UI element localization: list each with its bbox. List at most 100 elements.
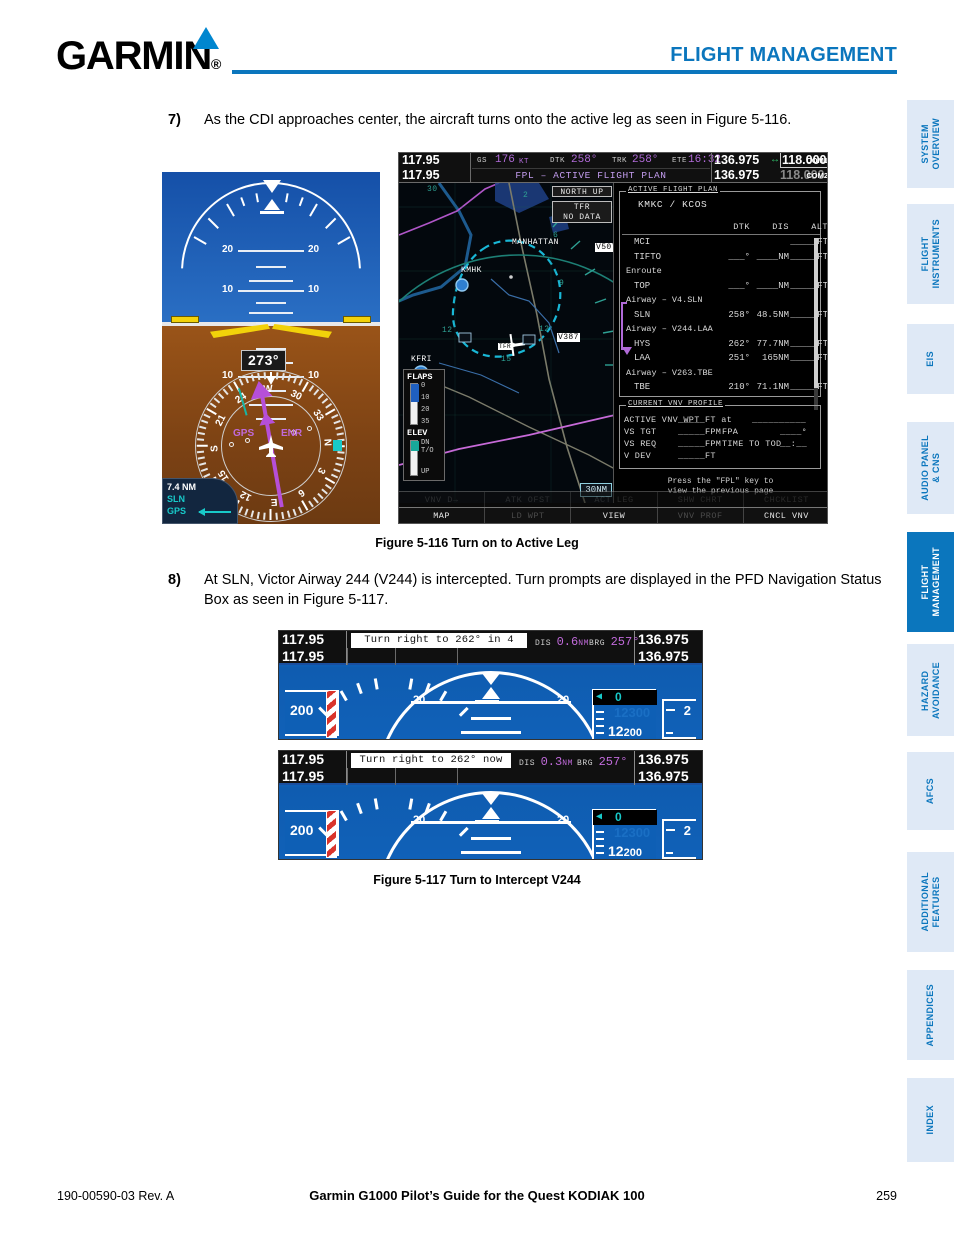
elev-tick-up: UP [421,468,430,476]
flight-plan-row[interactable]: TBE 210° 71.1NM _____FT [620,382,827,397]
softkey-vnv-d-[interactable]: VNV D→ [399,492,486,507]
nav1-frequency: 117.95 [282,631,325,647]
flight-plan-row[interactable]: HYS 262° 77.7NM _____FT [620,338,827,354]
flight-phase-label: ENR [281,428,303,439]
flight-plan-row[interactable]: TOP ___° ____NM _____FT [620,280,827,296]
roll-tick [408,678,413,690]
active-flight-plan-pane: ACTIVE FLIGHT PLAN KMKC / KCOS DTK DIS A… [613,183,827,503]
softkey-bar[interactable]: MAP LD WPT VIEW VNV PROF CNCL VNV [399,507,827,523]
com1-active-frequency: 136.975 [714,153,760,167]
pitch-line [471,717,511,720]
flight-plan-waypoint-name: HYS [634,338,651,349]
flight-plan-alt: _____FT [790,309,828,320]
side-tab-index[interactable]: INDEX [907,1078,954,1162]
softkey-ld-wpt[interactable]: LD WPT [485,508,572,523]
side-tab-additional-features[interactable]: ADDITIONAL FEATURES [907,852,954,952]
navigation-status-box: GS 176 KT DTK 258° TRK 258° ETE 16:32 [472,153,721,168]
flight-plan-alt: _____FT [790,353,828,363]
side-tab-hazard-avoidance[interactable]: HAZARD AVOIDANCE [907,644,954,736]
flight-plan-alt: _____FT [790,237,828,247]
gs-unit: KT [519,158,530,166]
flight-plan-row[interactable]: SLN 258° 48.5NM _____FT [620,309,827,325]
nav1-frequency: 117.95 [402,153,440,167]
page-footer: 190-00590-03 Rev. A Garmin G1000 Pilot’s… [0,1185,954,1215]
airspeed-value: 200 [290,702,314,718]
flight-plan-row[interactable]: Enroute [620,266,820,281]
status-bar: 117.95 117.95 136.975 136.975 Turn right… [279,631,702,665]
current-vnv-profile-box: CURRENT VNV PROFILE ACTIVE VNV WPT _____F… [619,400,821,469]
flight-plan-row[interactable]: Airway – V4.SLN [620,295,820,310]
vnv-value-1: _____FT [678,451,716,461]
roll-pointer-icon [482,687,500,699]
flight-plan-dis: ____NM [756,280,789,291]
figure-5-116-mfd: 117.95 117.95 GS 176 KT DTK 258° TRK 258… [398,152,828,524]
softkey-atk-ofst[interactable]: ATK OFST [485,492,572,507]
softkey-act-leg[interactable]: ACT LEG [571,492,658,507]
pitch-line [249,280,293,282]
nav-frequency-box: 117.95 117.95 [279,751,347,785]
altitude-tape-upper-value: 12300 [614,825,651,840]
flight-plan-row[interactable]: TIFTO ___° ____NM _____FT [620,252,827,267]
softkey-shw-chrt[interactable]: SHW CHRT [658,492,744,507]
selected-altitude-value: 0 [615,810,622,824]
roll-tick [356,802,363,815]
softkey-chcklist[interactable]: CHCKLIST [744,492,827,507]
heading-bug-icon [333,440,342,451]
navigation-map[interactable]: MANHATTAN KMHK KFRI V507 V387 TFR 30 2 6… [399,183,615,503]
softkey-vnv-prof[interactable]: VNV PROF [658,508,744,523]
softkey-cncl-vnv[interactable]: CNCL VNV [744,508,827,523]
flight-plan-row[interactable]: MCI _____FT [620,237,827,252]
nav-direction-arrow-icon [198,508,231,516]
softkey-bar-upper[interactable]: VNV D→ ATK OFST ACT LEG SHW CHRT CHCKLIST [399,491,827,507]
flight-plan-scrollbar[interactable] [814,238,818,410]
side-tab-audio-panel-cns[interactable]: AUDIO PANEL & CNS [907,422,954,514]
side-tab-label: EIS [925,351,935,367]
roll-pointer-index-icon [263,180,281,193]
step-7-number: 7) [168,112,181,128]
flight-plan-dtk: ___° [728,280,750,291]
side-tab-appendices[interactable]: APPENDICES [907,970,954,1060]
map-ring-number: 9 [559,279,565,288]
altitude-box: ◀ 0 12300 12200 [592,689,657,739]
softkey-map[interactable]: MAP [399,508,486,523]
aircraft-symbol-right-wing-icon [343,316,371,323]
flight-plan-waypoint-name: SLN [634,309,651,320]
roll-tick [373,798,379,810]
status-bar: 117.95 117.95 136.975 136.975 Turn right… [279,751,702,785]
softkey-view[interactable]: VIEW [571,508,658,523]
side-tab-flight-instruments[interactable]: FLIGHT INSTRUMENTS [907,204,954,304]
tfr-status-button[interactable]: TFR NO DATA [552,201,612,223]
map-ring-number: 30 [427,185,438,194]
map-orientation-button[interactable]: NORTH UP [552,186,612,197]
roll-pointer-icon [482,807,500,819]
vertical-speed-value: 2 [683,703,691,718]
airspeed-box: 200 [285,690,339,738]
side-tab-afcs[interactable]: AFCS [907,752,954,830]
flaps-gauge-label: FLAPS [407,372,433,382]
nav-frequency-box: 117.95 117.95 [399,153,471,183]
pitch-line [411,821,571,824]
compass-label: N [321,438,333,447]
pitch-line [411,701,571,704]
column-header-dtk: DTK [733,222,750,232]
figure-5-116-caption: Figure 5-116 Turn on to Active Leg [375,536,579,550]
com1-row: 136.975 ↔ 118.000 COM1 [712,153,827,168]
flight-plan-row[interactable]: Airway – V244.LAA [620,324,820,339]
flight-plan-waypoint-name: Airway – V244.LAA [626,324,713,334]
vnv-value-2: __:__ [780,439,808,449]
altitude-tape-upper-value: 12300 [614,705,651,720]
attitude-indicator: 20 20 200 ◀ 0 12300 12200 2 [279,667,702,739]
side-tab-system-overview[interactable]: SYSTEM OVERVIEW [907,100,954,188]
flight-plan-dis: 71.1NM [756,382,789,392]
flight-plan-row[interactable]: Airway – V263.TBE [620,368,820,383]
flight-plan-dis: 48.5NM [756,309,789,320]
side-tab-label: FLIGHT INSTRUMENTS [919,219,941,289]
side-tab-eis[interactable]: EIS [907,324,954,394]
pitch-line [256,266,286,268]
gs-key: GS [477,157,488,165]
brg-readout: BRG 257° [577,755,628,769]
ete-key: ETE [672,157,688,165]
flight-plan-row[interactable]: LAA 251° 165NM _____FT [620,353,827,368]
roll-tick [408,798,413,810]
nav-distance-box: 7.4 NM SLN GPS [162,478,238,524]
